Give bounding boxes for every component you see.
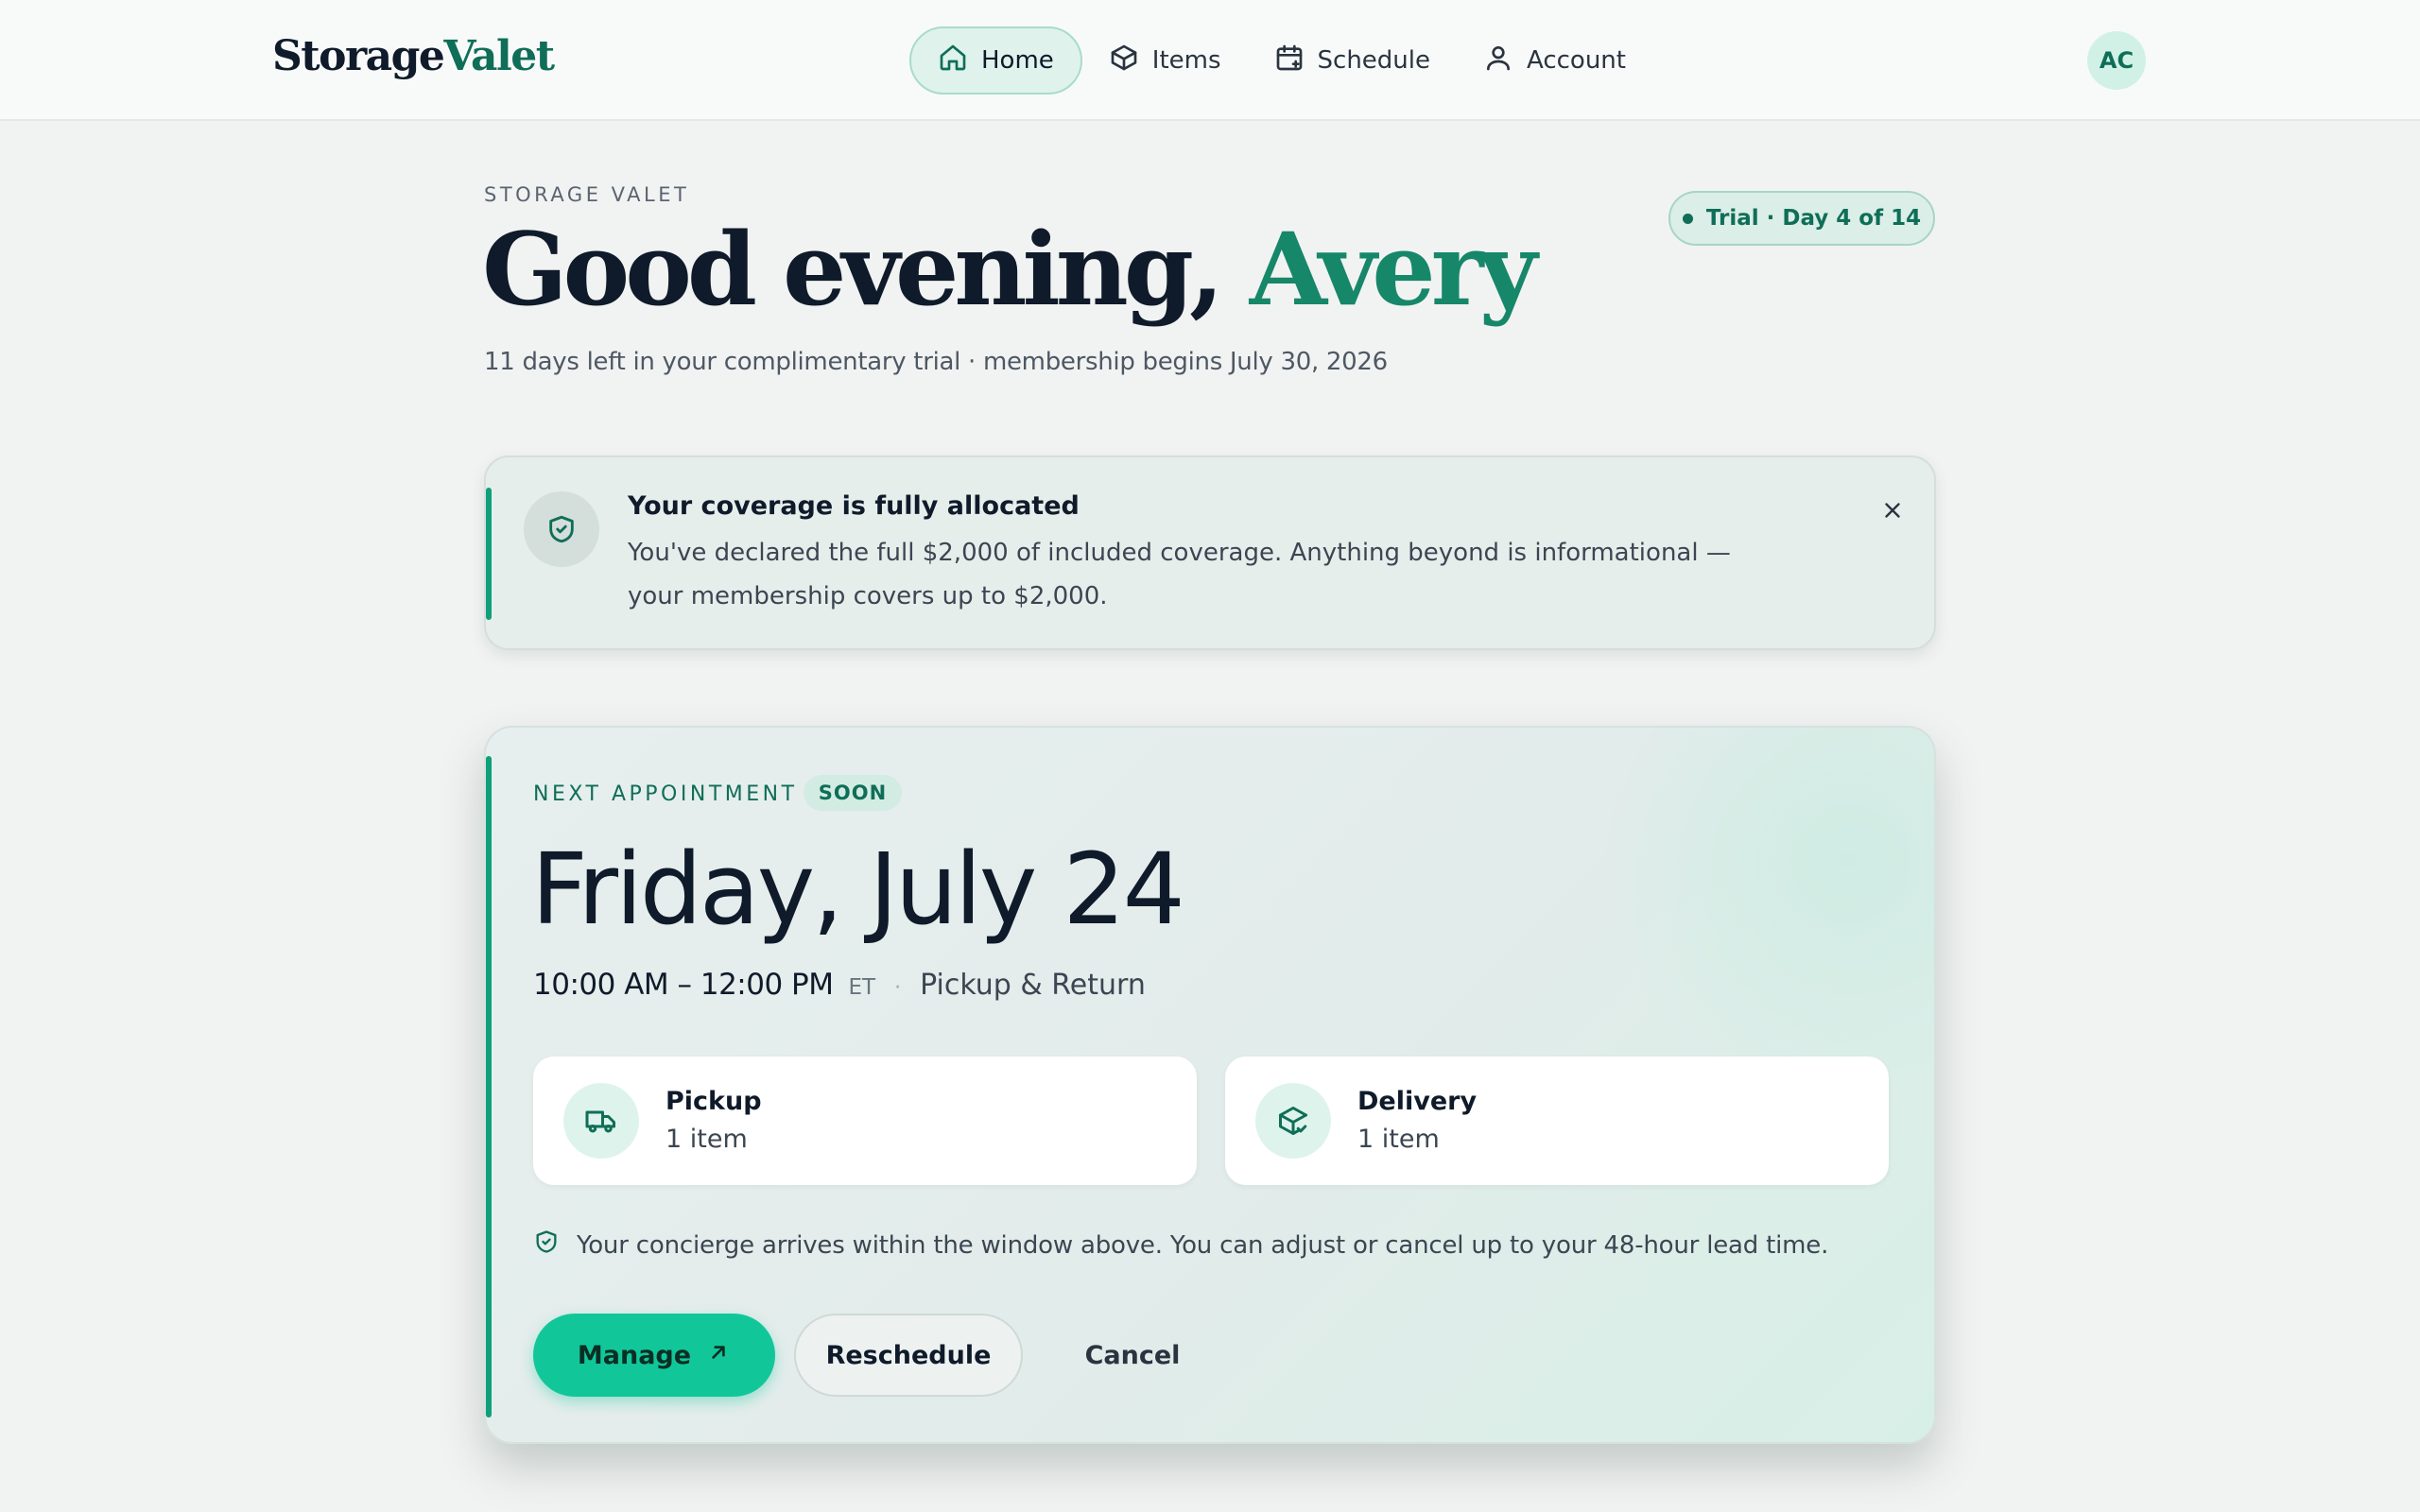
delivery-title: Delivery xyxy=(1357,1087,1478,1116)
next-appointment-card: NEXT APPOINTMENT SOON Friday, July 24 10… xyxy=(484,726,1936,1444)
coverage-alert: Your coverage is fully allocated You've … xyxy=(484,455,1936,650)
top-navigation-bar: StorageValet Home Items Schedule Account xyxy=(0,0,2420,121)
home-icon xyxy=(938,43,968,79)
concierge-note-text: Your concierge arrives within the window… xyxy=(577,1230,1829,1260)
alert-body: You've declared the full $2,000 of inclu… xyxy=(628,539,1731,610)
nav-item-schedule[interactable]: Schedule xyxy=(1248,26,1457,94)
nav-item-home[interactable]: Home xyxy=(909,26,1082,94)
manage-button[interactable]: Manage xyxy=(533,1314,775,1397)
shield-check-icon xyxy=(533,1228,560,1262)
storage-valet-logo[interactable]: StorageValet xyxy=(272,32,555,80)
calendar-icon xyxy=(1274,43,1305,79)
trial-subline: 11 days left in your complimentary trial… xyxy=(484,348,1388,376)
nav-item-label: Account xyxy=(1527,46,1626,75)
pickup-count: 1 item xyxy=(666,1125,748,1154)
pickup-title: Pickup xyxy=(666,1087,762,1116)
alert-accent-bar xyxy=(486,488,492,620)
truck-icon xyxy=(563,1083,639,1159)
brand-eyebrow: STORAGE VALET xyxy=(484,183,690,206)
alert-title: Your coverage is fully allocated xyxy=(628,491,1080,521)
nav-item-account[interactable]: Account xyxy=(1457,26,1652,94)
appointment-time-row: 10:00 AM – 12:00 PM ET · Pickup & Return xyxy=(533,968,1146,1002)
pickup-tile[interactable]: Pickup 1 item xyxy=(533,1057,1197,1185)
trial-badge-label: Trial · Day 4 of 14 xyxy=(1705,206,1922,231)
greeting-salutation: Good evening, xyxy=(482,210,1224,328)
appointment-date: Friday, July 24 xyxy=(531,832,1185,947)
package-check-icon xyxy=(1255,1083,1331,1159)
close-icon[interactable] xyxy=(1874,491,1911,529)
nav-item-items[interactable]: Items xyxy=(1082,26,1248,94)
soon-badge: SOON xyxy=(804,775,902,811)
reschedule-button[interactable]: Reschedule xyxy=(794,1314,1023,1397)
avatar[interactable]: AC xyxy=(2087,31,2146,90)
greeting-name: Avery xyxy=(1249,210,1537,328)
appointment-timezone: ET xyxy=(848,975,876,1000)
cancel-button[interactable]: Cancel xyxy=(1042,1314,1223,1397)
main-nav: Home Items Schedule Account xyxy=(909,26,1652,94)
appointment-label: NEXT APPOINTMENT xyxy=(533,782,798,806)
appointment-time: 10:00 AM – 12:00 PM xyxy=(533,968,834,1002)
arrow-up-right-icon xyxy=(706,1340,731,1371)
logo-text-valet: Valet xyxy=(443,32,555,80)
logo-text-storage: Storage xyxy=(272,32,445,80)
separator-dot: · xyxy=(894,976,902,1000)
delivery-tile[interactable]: Delivery 1 item xyxy=(1225,1057,1889,1185)
box-icon xyxy=(1109,43,1139,79)
trial-status-badge: Trial · Day 4 of 14 xyxy=(1668,191,1935,246)
nav-item-label: Items xyxy=(1151,46,1221,75)
card-accent-bar xyxy=(486,756,492,1418)
concierge-note: Your concierge arrives within the window… xyxy=(533,1228,1828,1262)
card-glow-decoration xyxy=(1601,728,1934,1106)
shield-check-icon xyxy=(524,491,599,567)
user-icon xyxy=(1483,43,1513,79)
delivery-count: 1 item xyxy=(1357,1125,1440,1154)
manage-button-label: Manage xyxy=(577,1340,692,1370)
nav-item-label: Schedule xyxy=(1317,46,1430,75)
nav-item-label: Home xyxy=(981,46,1054,75)
status-dot xyxy=(1682,213,1693,224)
appointment-service: Pickup & Return xyxy=(920,969,1146,1002)
page-title: Good evening, Avery xyxy=(482,210,1537,328)
